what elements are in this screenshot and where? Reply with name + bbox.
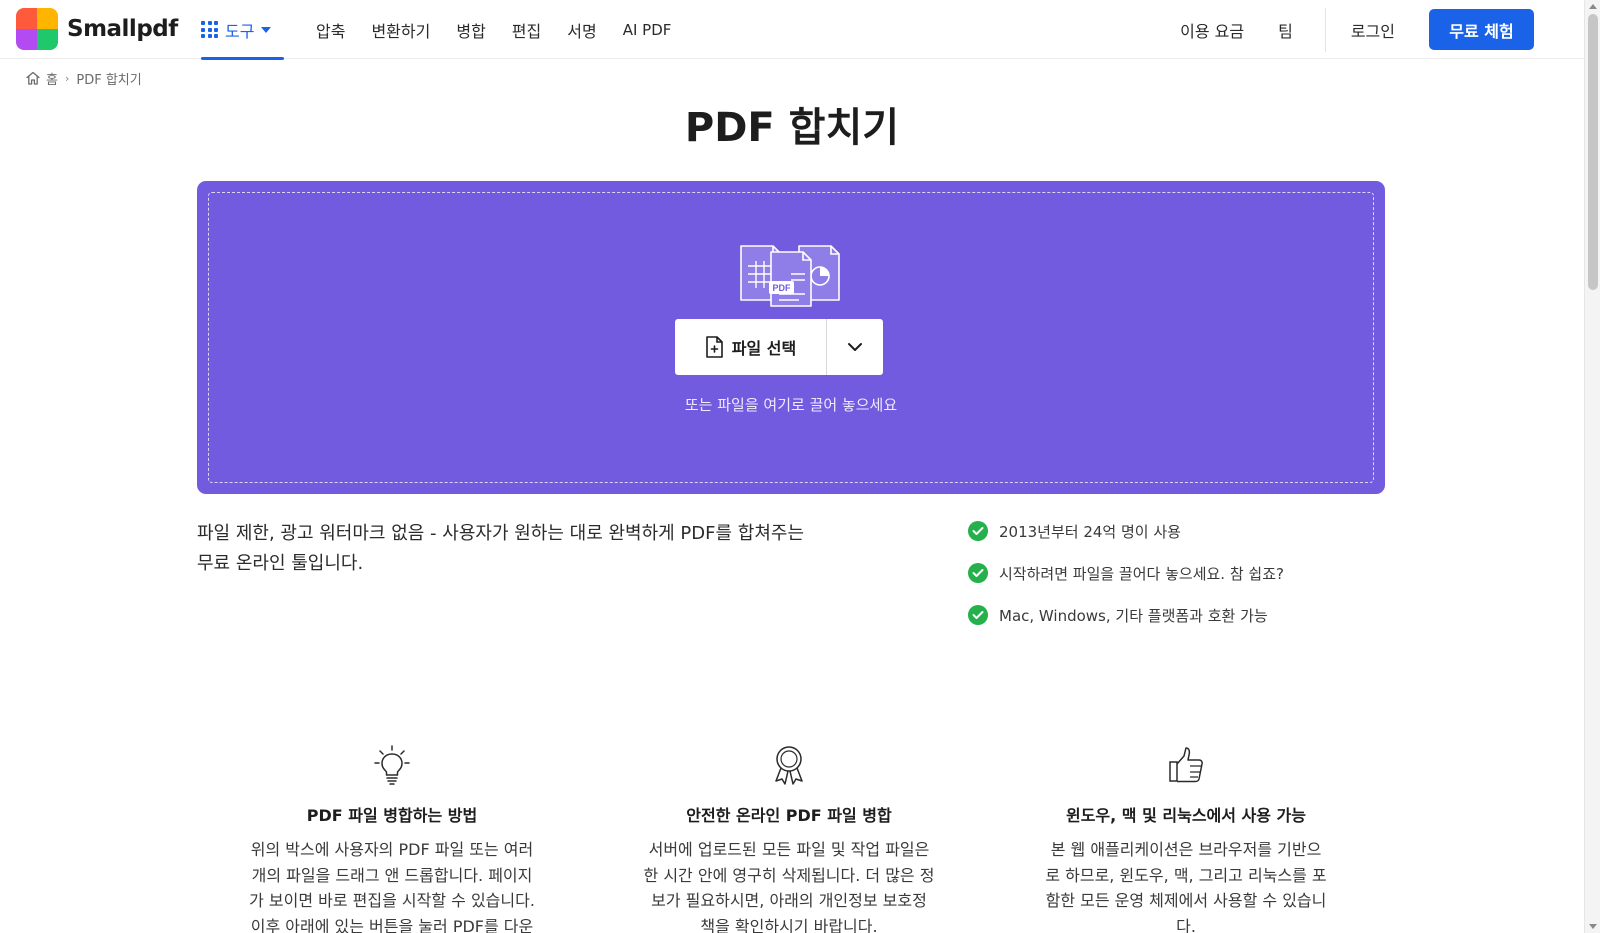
chevron-right-icon: › [64,71,70,85]
column-text-line: 이후 아래에 있는 버튼을 눌러 PDF를 다운 [250,916,534,933]
lightbulb-icon [374,745,410,785]
caret-down-icon [261,26,272,33]
check-icon [968,563,988,583]
column-text-line: 본 웹 애플리케이션은 브라우저를 기반으 [1050,840,1322,859]
info-column-security: 안전한 온라인 PDF 파일 병합 서버에 업로드된 모든 파일 및 작업 파일… [634,745,944,933]
column-text: 본 웹 애플리케이션은 브라우저를 기반으 로 하므로, 윈도우, 맥, 그리고… [1031,837,1341,933]
nav-compress[interactable]: 압축 [316,18,345,42]
tools-menu-label: 도구 [225,21,255,41]
choose-file-button-group: 파일 선택 [675,319,883,375]
nav-edit[interactable]: 편집 [512,18,541,42]
column-text-line: 로 하므로, 윈도우, 맥, 그리고 리눅스를 포 [1045,865,1327,885]
account-nav: 이용 요금 팀 로그인 무료 체험 [1180,0,1584,59]
pricing-link[interactable]: 이용 요금 [1180,18,1244,42]
add-file-icon [705,336,723,358]
column-text-line: 다. [1176,916,1196,933]
column-text-line: 개의 파일을 드래그 앤 드롭합니다. 페이지 [251,865,533,885]
documents-illustration-icon: PDF [740,245,840,307]
top-navigation-bar: Smallpdf 도구 압축 변환하기 병합 편집 서명 AI PDF 이용 요… [0,0,1584,60]
feature-item: Mac, Windows, 기타 플랫폼과 호환 가능 [968,603,1284,627]
column-text: 위의 박스에 사용자의 PDF 파일 또는 여러 개의 파일을 드래그 앤 드롭… [237,837,547,933]
smallpdf-logo[interactable]: Smallpdf [16,8,178,50]
column-text-line: 가 보이면 바로 편집을 시작할 수 있습니다. [249,891,535,910]
column-title: PDF 파일 병합하는 방법 [306,806,478,825]
pdf-label: PDF [773,283,792,293]
description-line: 무료 온라인 툴입니다. [197,553,364,574]
nav-divider [1324,7,1326,52]
feature-item: 시작하려면 파일을 끌어다 놓으세요. 참 쉽죠? [968,561,1284,585]
column-text-line: 서버에 업로드된 모든 파일 및 작업 파일은 [648,840,930,859]
column-text-line: 위의 박스에 사용자의 PDF 파일 또는 여러 [250,840,534,859]
home-icon [26,71,40,85]
column-text-line: 책을 확인하시기 바랍니다. [700,916,878,933]
choose-file-button[interactable]: 파일 선택 [675,319,826,375]
chevron-down-icon [848,343,862,351]
nav-merge[interactable]: 병합 [456,18,485,42]
feature-item: 2013년부터 24억 명이 사용 [968,519,1284,543]
page-title: PDF 합치기 [684,105,900,151]
nav-sign[interactable]: 서명 [567,18,596,42]
check-icon [968,605,988,625]
column-text-line: 함한 모든 운영 체제에서 사용할 수 있습니 [1045,891,1327,910]
feature-text: 시작하려면 파일을 끌어다 놓으세요. 참 쉽죠? [999,564,1284,583]
feature-list: 2013년부터 24억 명이 사용 시작하려면 파일을 끌어다 놓으세요. 참 … [968,519,1284,645]
main-nav: 압축 변환하기 병합 편집 서명 AI PDF [316,0,697,59]
smallpdf-logo-icon [16,8,58,50]
column-title: 안전한 온라인 PDF 파일 병합 [686,806,892,825]
breadcrumb-home[interactable]: 홈 [46,69,58,88]
free-trial-button[interactable]: 무료 체험 [1429,9,1534,50]
feature-text: Mac, Windows, 기타 플랫폼과 호환 가능 [999,606,1268,625]
page-scrollbar[interactable] [1584,0,1600,933]
team-link[interactable]: 팀 [1278,18,1293,42]
column-text: 서버에 업로드된 모든 파일 및 작업 파일은 한 시간 안에 영구히 삭제됩니… [634,837,944,933]
thumbs-up-icon [1169,747,1203,783]
breadcrumb-current: PDF 합치기 [76,72,142,88]
breadcrumb: 홈 › PDF 합치기 [25,68,142,88]
column-text-line: 한 시간 안에 영구히 삭제됩니다. 더 많은 정 [643,865,935,885]
info-column-how-to: PDF 파일 병합하는 방법 위의 박스에 사용자의 PDF 파일 또는 여러 … [237,745,547,933]
login-link[interactable]: 로그인 [1351,18,1395,42]
description-line: 파일 제한, 광고 워터마크 없음 - 사용자가 원하는 대로 완벽하게 PDF… [197,523,805,544]
choose-file-options-button[interactable] [827,319,883,375]
feature-text: 2013년부터 24억 명이 사용 [999,522,1181,541]
scrollbar-thumb[interactable] [1588,14,1598,290]
column-title: 윈도우, 맥 및 리눅스에서 사용 가능 [1065,806,1306,825]
check-icon [968,521,988,541]
grid-icon [201,21,218,38]
scroll-up-icon[interactable] [1589,4,1597,9]
tools-menu-button[interactable]: 도구 [201,0,284,60]
brand-name: Smallpdf [67,16,178,42]
award-icon [775,746,803,785]
tool-description: 파일 제한, 광고 워터마크 없음 - 사용자가 원하는 대로 완벽하게 PDF… [197,519,857,579]
file-drop-zone[interactable]: PDF 파일 선택 또는 파일을 여기로 끌어 놓으세요 [197,181,1385,494]
choose-file-label: 파일 선택 [731,339,797,358]
nav-convert[interactable]: 변환하기 [371,18,430,42]
scroll-down-icon[interactable] [1589,924,1597,929]
drop-hint-text: 또는 파일을 여기로 끌어 놓으세요 [684,396,898,414]
column-text-line: 보가 필요하시면, 아래의 개인정보 보호정 [651,891,927,910]
nav-ai-pdf[interactable]: AI PDF [623,21,672,39]
info-column-platforms: 윈도우, 맥 및 리눅스에서 사용 가능 본 웹 애플리케이션은 브라우저를 기… [1031,745,1341,933]
